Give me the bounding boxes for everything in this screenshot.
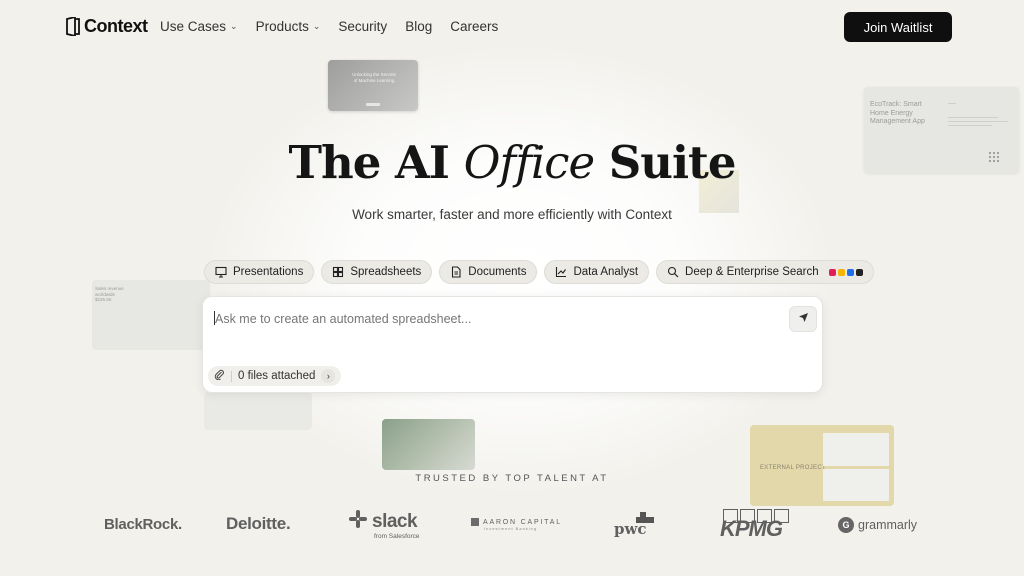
slack-mini-icon	[828, 268, 836, 276]
nav-blog[interactable]: Blog	[405, 19, 432, 34]
prompt-input[interactable]	[213, 308, 777, 330]
hero-title-part2: Suite	[594, 136, 737, 189]
nav-label: Blog	[405, 19, 433, 34]
nav-label: Security	[338, 19, 388, 34]
preview-card-bar	[366, 103, 380, 106]
preview-card-image	[382, 419, 475, 470]
preview-card-title: EXTERNAL PROJECT	[760, 465, 826, 471]
aaron-capital-logo: AARON CAPITAL	[471, 518, 562, 526]
preview-card-sales: Sales revenue worldwide $236.5K	[92, 280, 210, 350]
chip-deep-search[interactable]: Deep & Enterprise Search	[656, 260, 874, 284]
send-arrow-icon	[798, 310, 809, 328]
presentation-icon	[215, 266, 227, 278]
nav-label: Products	[255, 19, 309, 34]
prompt-box: 0 files attached ›	[202, 296, 823, 393]
chip-label: Data Analyst	[573, 266, 639, 278]
slack-sub-label: from Salesforce	[374, 533, 420, 540]
chevron-down-icon: ⌄	[230, 21, 238, 31]
nav-security[interactable]: Security	[338, 19, 387, 34]
chevron-down-icon: ⌄	[312, 21, 321, 31]
chip-label: Deep & Enterprise Search	[685, 266, 819, 278]
drive-mini-icon	[837, 268, 845, 276]
text-caret	[214, 311, 215, 325]
deloitte-logo: Deloitte.	[226, 514, 291, 533]
aaron-square-icon	[471, 518, 479, 526]
hero-title-italic: Office	[463, 136, 595, 189]
preview-card-project: EXTERNAL PROJECT	[750, 425, 894, 506]
aaron-sub-label: Investment Banking	[484, 526, 538, 531]
slack-wordmark: slack	[372, 511, 418, 532]
nav-products[interactable]: Products ⌄	[256, 19, 321, 34]
chip-label: Documents	[468, 266, 527, 278]
grammarly-logo: G grammarly	[838, 517, 917, 533]
nav-label: Careers	[450, 19, 499, 34]
preview-card-panel	[823, 433, 889, 466]
divider	[231, 370, 232, 382]
pwc-logo: pwc	[614, 520, 647, 538]
preview-card-presentation: Unlocking the Secrets of Machine Learnin…	[328, 60, 418, 111]
join-waitlist-button[interactable]: Join Waitlist	[844, 12, 952, 42]
spreadsheet-icon	[332, 266, 344, 278]
top-nav: Context Use Cases ⌄ Products ⌄ Security …	[0, 0, 1024, 54]
preview-card-title: Sales revenue worldwide $236.5K	[95, 286, 124, 302]
hero-title-part1: The AI	[288, 136, 464, 189]
logo-text: Context	[84, 16, 148, 36]
logo[interactable]: Context	[66, 16, 148, 37]
preview-card-blank	[204, 392, 312, 430]
nav-label: Use Cases	[160, 19, 227, 34]
blackrock-logo: BlackRock.	[104, 516, 182, 533]
chip-label: Presentations	[233, 266, 304, 278]
nav-links: Use Cases ⌄ Products ⌄ Security Blog Car…	[160, 19, 498, 34]
document-icon	[450, 266, 462, 278]
preview-card-title: Unlocking the Secrets of Machine Learnin…	[352, 72, 396, 83]
grammarly-wordmark: grammarly	[858, 518, 918, 532]
integration-logos	[828, 268, 863, 276]
chip-spreadsheets[interactable]: Spreadsheets	[321, 260, 433, 284]
chip-presentations[interactable]: Presentations	[204, 260, 315, 284]
brand-logos: BlackRock. Deloitte. slack from Salesfor…	[0, 506, 1024, 546]
preview-card-line	[948, 121, 1008, 122]
preview-card-title: EcoTrack: Smart Home Energy Management A…	[870, 101, 925, 125]
nav-use-cases[interactable]: Use Cases ⌄	[160, 19, 238, 34]
mode-chips: Presentations Spreadsheets Documents Dat…	[204, 260, 874, 284]
hero-title: The AI Office Suite	[0, 136, 1024, 189]
chip-data-analyst[interactable]: Data Analyst	[544, 260, 650, 284]
chip-label: Spreadsheets	[350, 266, 422, 278]
paperclip-icon	[214, 369, 225, 383]
preview-card-line	[948, 117, 998, 118]
notion-mini-icon	[855, 268, 863, 276]
outlook-mini-icon	[846, 268, 854, 276]
slack-hash-icon	[348, 509, 368, 535]
trusted-label: TRUSTED BY TOP TALENT AT	[415, 473, 609, 484]
chart-icon	[555, 266, 567, 278]
chip-documents[interactable]: Documents	[439, 260, 538, 284]
nav-careers[interactable]: Careers	[450, 19, 498, 34]
slack-logo: slack	[348, 509, 418, 535]
attach-files-button[interactable]: 0 files attached ›	[208, 366, 342, 386]
aaron-wordmark: AARON CAPITAL	[483, 518, 562, 526]
files-attached-label: 0 files attached	[238, 370, 316, 382]
grammarly-icon: G	[838, 517, 854, 533]
search-icon	[667, 266, 679, 278]
send-button[interactable]	[789, 306, 817, 332]
preview-card-line	[948, 125, 992, 126]
kpmg-logo: KPMG	[720, 516, 783, 541]
preview-card-line	[948, 103, 956, 104]
context-logo-icon	[66, 17, 80, 36]
chevron-right-icon: ›	[321, 369, 336, 383]
hero-subtitle: Work smarter, faster and more efficientl…	[352, 207, 672, 222]
